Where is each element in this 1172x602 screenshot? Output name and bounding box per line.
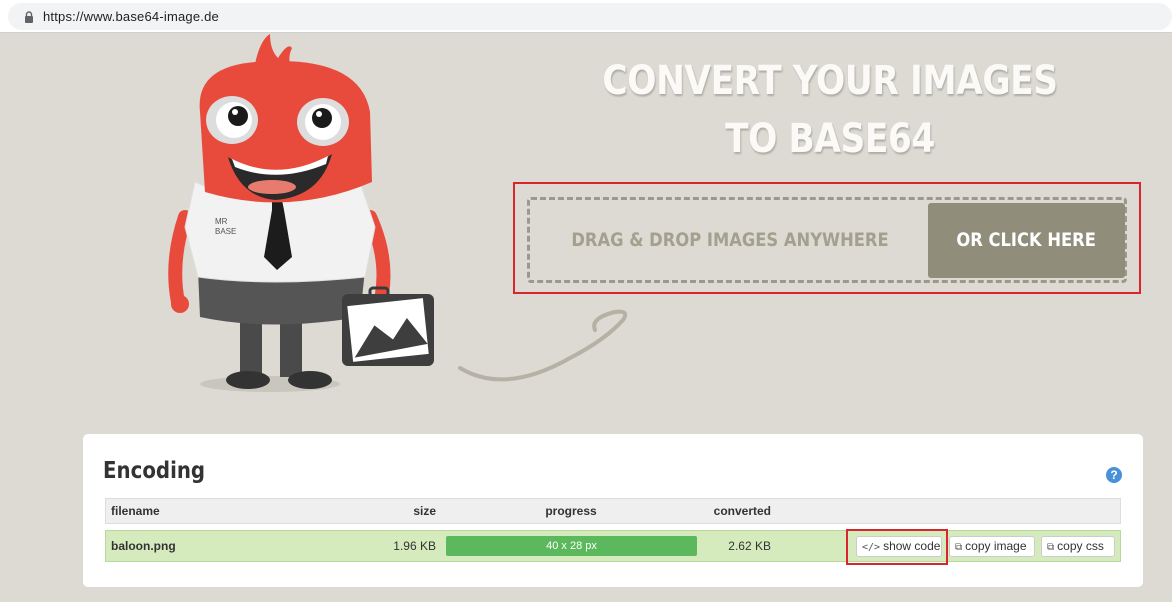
copy-css-button[interactable]: ⧉ copy css: [1041, 536, 1115, 557]
image-dropzone[interactable]: DRAG & DROP IMAGES ANYWHERE OR CLICK HER…: [527, 197, 1127, 283]
copy-icon: ⧉: [1047, 542, 1055, 553]
click-upload-label: OR CLICK HERE: [956, 229, 1097, 251]
table-header: filename size progress converted: [105, 498, 1121, 524]
column-header-size: size: [413, 504, 436, 518]
show-code-highlight: [846, 529, 948, 565]
column-header-filename: filename: [111, 504, 160, 518]
swoosh-decoration: [458, 309, 628, 382]
panel-title: Encoding: [103, 458, 206, 484]
copy-image-label: copy image: [965, 539, 1027, 553]
shirt-text-2: BASE: [215, 227, 236, 236]
file-name: baloon.png: [111, 539, 176, 553]
hero-title-line1: CONVERT YOUR IMAGES: [602, 58, 1058, 104]
table-row: baloon.png 1.96 KB 40 x 28 px 2.62 KB </…: [105, 530, 1121, 562]
drop-text: DRAG & DROP IMAGES ANYWHERE: [571, 229, 889, 251]
browser-toolbar: https://www.base64-image.de: [0, 0, 1172, 33]
converted-size: 2.62 KB: [728, 539, 771, 553]
copy-image-button[interactable]: ⧉ copy image: [949, 536, 1035, 557]
shirt-text-1: MR: [215, 217, 228, 226]
encoding-panel: Encoding ? filename size progress conver…: [83, 434, 1143, 587]
file-size: 1.96 KB: [393, 539, 436, 553]
help-icon[interactable]: ?: [1106, 467, 1122, 483]
click-upload-button[interactable]: OR CLICK HERE: [928, 203, 1125, 278]
progress-bar: 40 x 28 px: [446, 536, 697, 556]
copy-css-label: copy css: [1057, 539, 1104, 553]
hero-title: CONVERT YOUR IMAGES TO BASE64: [598, 52, 1062, 168]
hero-title-line2: TO BASE64: [725, 116, 935, 162]
address-bar[interactable]: https://www.base64-image.de: [8, 3, 1172, 30]
url-text: https://www.base64-image.de: [43, 9, 219, 24]
column-header-converted: converted: [713, 504, 771, 518]
mascot-illustration: MR BASE: [168, 34, 434, 392]
column-header-progress: progress: [545, 504, 597, 518]
copy-icon: ⧉: [955, 542, 963, 553]
lock-icon: [25, 11, 33, 23]
